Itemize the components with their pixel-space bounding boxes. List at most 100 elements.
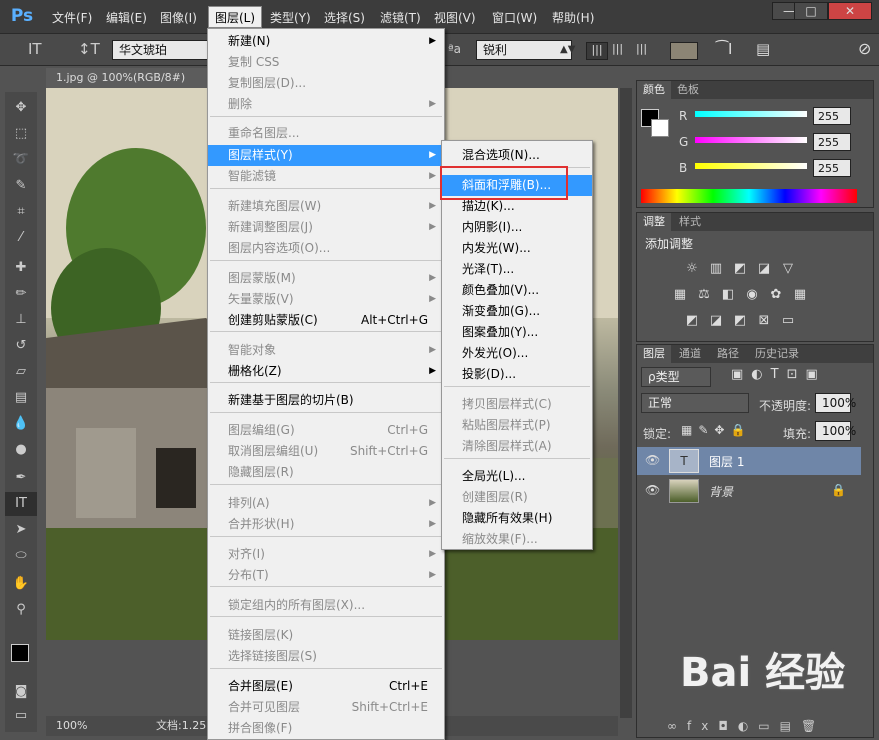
quick-mask-icon[interactable]: ◙ (5, 680, 37, 704)
menu-file[interactable]: 文件(F) (52, 9, 92, 26)
blur-tool-icon[interactable]: 💧 (5, 412, 37, 436)
color-balance-icon[interactable]: ⚖ (695, 287, 713, 303)
fill-input[interactable]: 100% (815, 421, 856, 441)
layer-menu-item[interactable]: 合并形状(H) ▶ (208, 514, 444, 535)
character-panel-icon[interactable]: ▤ (756, 40, 770, 58)
quick-select-tool-icon[interactable]: ✎ (5, 174, 37, 198)
channel-g-value[interactable]: 255 (813, 133, 851, 151)
eye-icon[interactable]: 👁 (645, 453, 660, 467)
vertical-scrollbar[interactable] (620, 88, 632, 718)
layer-menu-item[interactable]: 排列(A) ▶ (208, 493, 444, 514)
layer-menu-item[interactable]: 合并图层(E) Ctrl+E (208, 676, 444, 697)
layer-style-menu-item[interactable]: 投影(D)... (442, 364, 592, 385)
layer-style-menu-item[interactable]: 图案叠加(Y)... (442, 322, 592, 343)
align-center-icon[interactable]: ||| (612, 42, 623, 55)
crop-tool-icon[interactable]: ⌗ (5, 200, 37, 224)
channel-mixer-icon[interactable]: ✿ (767, 287, 785, 303)
menu-layer[interactable]: 图层(L) (208, 6, 262, 28)
tab-adjustments[interactable]: 调整 (637, 213, 671, 231)
layer-menu-item[interactable]: 选择链接图层(S) (208, 646, 444, 667)
layer-style-menu-item[interactable]: 渐变叠加(G)... (442, 301, 592, 322)
cancel-icon[interactable]: ⊘ (858, 39, 871, 58)
layer-menu-item[interactable]: 新建基于图层的切片(B) (208, 390, 444, 411)
layer-menu-item[interactable]: 图层蒙版(M) ▶ (208, 268, 444, 289)
stamp-tool-icon[interactable]: ⊥ (5, 308, 37, 332)
eye-icon[interactable]: 👁 (645, 483, 660, 497)
invert-icon[interactable]: ◩ (683, 313, 701, 329)
menu-window[interactable]: 窗口(W) (492, 9, 537, 26)
layer-menu-item[interactable]: 新建(N) ▶ (208, 31, 444, 52)
maximize-button[interactable]: □ (794, 2, 828, 20)
layer-actions-icons[interactable]: ∞fx◘◐▭▤🗑 (667, 719, 826, 733)
layer-style-menu-item[interactable]: 外发光(O)... (442, 343, 592, 364)
move-tool-icon[interactable]: ✥ (5, 96, 37, 120)
layer-style-menu-item[interactable]: 内发光(W)... (442, 238, 592, 259)
layer-menu-item[interactable]: 合并可见图层 Shift+Ctrl+E (208, 697, 444, 718)
layer-style-menu-item[interactable]: 内阴影(I)... (442, 217, 592, 238)
layer-name[interactable]: 图层 1 (709, 453, 744, 470)
marquee-tool-icon[interactable]: ⬚ (5, 122, 37, 146)
vibrance-icon[interactable]: ▽ (779, 261, 797, 277)
brush-tool-icon[interactable]: ✏ (5, 282, 37, 306)
photo-filter-icon[interactable]: ◉ (743, 287, 761, 303)
color-spectrum-ramp[interactable] (641, 189, 857, 203)
eraser-tool-icon[interactable]: ▱ (5, 360, 37, 384)
menu-edit[interactable]: 编辑(E) (106, 9, 147, 26)
black-white-icon[interactable]: ◧ (719, 287, 737, 303)
menu-select[interactable]: 选择(S) (324, 9, 365, 26)
layer-menu-item[interactable]: 新建填充图层(W) ▶ (208, 196, 444, 217)
layer-menu-item[interactable]: 图层编组(G) Ctrl+G (208, 420, 444, 441)
healing-tool-icon[interactable]: ✚ (5, 256, 37, 280)
blend-mode-select[interactable]: 正常 (641, 393, 749, 413)
filter-icons[interactable]: ▣◐T⊡▣ (731, 367, 826, 382)
menu-filter[interactable]: 滤镜(T) (380, 9, 421, 26)
layer-menu-item[interactable]: 智能对象 ▶ (208, 340, 444, 361)
tab-history[interactable]: 历史记录 (749, 345, 805, 363)
path-select-tool-icon[interactable]: ➤ (5, 518, 37, 542)
brightness-icon[interactable]: ☼ (683, 261, 701, 277)
toggle-orientation-icon[interactable]: ↕T (78, 40, 100, 58)
anti-alias-select[interactable]: 锐利 (476, 40, 572, 60)
align-left-icon[interactable]: ||| (586, 42, 608, 60)
type-tool-icon[interactable]: IT (5, 492, 37, 516)
exposure-icon[interactable]: ◪ (755, 261, 773, 277)
channel-b-slider[interactable] (695, 163, 807, 169)
layer-menu-item[interactable]: 拼合图像(F) (208, 718, 444, 739)
type-tool-icon[interactable]: IT (28, 40, 42, 58)
layer-menu-item[interactable]: 分布(T) ▶ (208, 565, 444, 586)
layer-style-menu-item[interactable]: 缩放效果(F)... (442, 529, 592, 550)
history-brush-tool-icon[interactable]: ↺ (5, 334, 37, 358)
font-family-select[interactable]: 华文琥珀 (112, 40, 208, 60)
lock-icons[interactable]: ▦✎✥🔒 (681, 423, 751, 437)
layer-menu-item[interactable]: 新建调整图层(J) ▶ (208, 217, 444, 238)
curves-icon[interactable]: ◩ (731, 261, 749, 277)
layer-style-menu-item[interactable]: 混合选项(N)... (442, 145, 592, 166)
color-lookup-icon[interactable]: ▦ (791, 287, 809, 303)
layer-menu-item[interactable]: 删除 ▶ (208, 94, 444, 115)
layer-menu-item[interactable]: 创建剪贴蒙版(C) Alt+Ctrl+G (208, 310, 444, 331)
hue-saturation-icon[interactable]: ▦ (671, 287, 689, 303)
layer-style-menu-item[interactable]: 颜色叠加(V)... (442, 280, 592, 301)
layer-menu-item[interactable]: 智能滤镜 ▶ (208, 166, 444, 187)
pen-tool-icon[interactable]: ✒ (5, 466, 37, 490)
layer-menu-item[interactable]: 对齐(I) ▶ (208, 544, 444, 565)
layer-menu-item[interactable]: 栅格化(Z) ▶ (208, 361, 444, 382)
tab-channels[interactable]: 通道 (673, 345, 707, 363)
background-color-swatch[interactable] (651, 119, 669, 137)
tab-paths[interactable]: 路径 (711, 345, 745, 363)
gradient-map-icon[interactable]: ▭ (779, 313, 797, 329)
levels-icon[interactable]: ▥ (707, 261, 725, 277)
menu-type[interactable]: 类型(Y) (270, 9, 311, 26)
dodge-tool-icon[interactable]: ● (5, 438, 37, 462)
warp-text-icon[interactable]: ⁀I (716, 40, 732, 58)
opacity-input[interactable]: 100% (815, 393, 856, 413)
zoom-tool-icon[interactable]: ⚲ (5, 598, 37, 622)
menu-view[interactable]: 视图(V) (434, 9, 476, 26)
selective-color-icon[interactable]: ⊠ (755, 313, 773, 329)
layer-name[interactable]: 背景 (709, 483, 733, 500)
tab-layers[interactable]: 图层 (637, 345, 671, 363)
layer-style-menu-item[interactable]: 创建图层(R) (442, 487, 592, 508)
layer-style-menu-item[interactable]: 光泽(T)... (442, 259, 592, 280)
layer-style-menu-item[interactable]: 清除图层样式(A) (442, 436, 592, 457)
channel-b-value[interactable]: 255 (813, 159, 851, 177)
